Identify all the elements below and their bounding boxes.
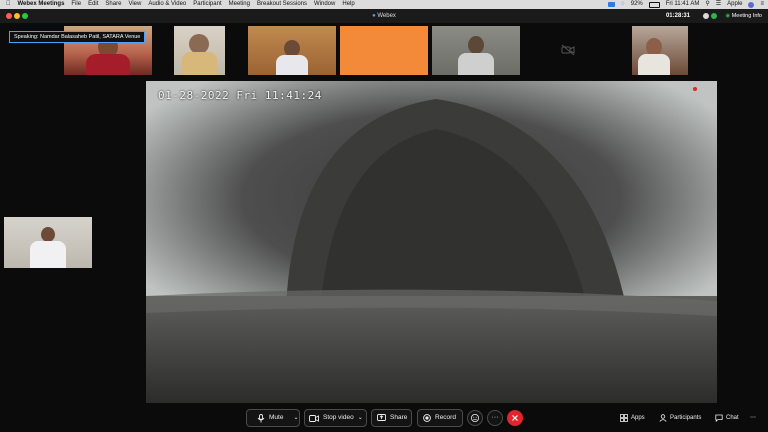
recording-indicator-icon	[693, 87, 697, 91]
mute-button[interactable]: Mute ⌄	[246, 409, 300, 427]
video-camera-icon	[309, 414, 319, 422]
video-off-icon	[561, 44, 575, 56]
camera-timestamp: 01-28-2022 Fri 11:41:24	[158, 89, 322, 102]
participants-button[interactable]: Participants	[659, 409, 701, 427]
participant-video-4[interactable]	[340, 26, 428, 75]
menu-window[interactable]: Window	[314, 0, 335, 9]
menubar-clock[interactable]: Fri 11:41 AM	[666, 0, 700, 9]
screen-share-status-icon[interactable]	[608, 2, 616, 7]
menu-view[interactable]: View	[128, 0, 141, 9]
share-button[interactable]: Share	[371, 409, 412, 427]
menu-help[interactable]: Help	[342, 0, 354, 9]
info-icon: ◉	[725, 13, 731, 19]
participant-figure	[189, 34, 209, 54]
reactions-button[interactable]	[467, 410, 483, 426]
participant-video-3[interactable]	[248, 26, 336, 75]
record-icon	[423, 414, 431, 422]
participant-figure-body	[86, 54, 130, 75]
chat-button[interactable]: Chat	[715, 409, 739, 427]
menu-edit[interactable]: Edit	[88, 0, 98, 9]
menu-share[interactable]: Share	[105, 0, 121, 9]
menu-participant[interactable]: Participant	[193, 0, 221, 9]
meeting-timer: 01:28:31	[665, 13, 690, 19]
menu-breakout-sessions[interactable]: Breakout Sessions	[257, 0, 307, 9]
participant-video-5[interactable]	[432, 26, 520, 75]
mac-menubar:  Webex Meetings File Edit Share View Au…	[0, 0, 768, 9]
menu-audio-video[interactable]: Audio & Video	[148, 0, 186, 9]
stop-video-label: Stop video	[323, 414, 354, 421]
smiley-icon	[471, 414, 479, 422]
participant-video-6[interactable]	[632, 26, 688, 75]
menubar-user[interactable]: Apple	[727, 0, 742, 9]
main-video-stage[interactable]: 01-28-2022 Fri 11:41:24	[146, 81, 717, 403]
self-view-video[interactable]	[4, 217, 92, 268]
menu-app-name[interactable]: Webex Meetings	[18, 0, 65, 9]
participant-figure	[468, 36, 484, 54]
participant-figure-body	[638, 54, 670, 75]
participant-figure-body	[182, 52, 217, 75]
end-meeting-button[interactable]	[507, 410, 523, 426]
share-label: Share	[390, 414, 408, 421]
more-panels-button[interactable]: ⋯	[750, 409, 756, 427]
chevron-down-icon[interactable]: ⌄	[358, 409, 363, 427]
menu-meeting[interactable]: Meeting	[229, 0, 250, 9]
participant-figure-body	[458, 53, 494, 75]
search-icon[interactable]: ⚲	[705, 0, 709, 9]
apps-grid-icon	[620, 414, 628, 422]
battery-icon[interactable]	[648, 1, 660, 8]
meeting-info-button[interactable]: ◉ Meeting Info	[725, 9, 762, 23]
more-options-button[interactable]: ···	[487, 410, 503, 426]
participant-figure-body	[276, 55, 308, 75]
window-title-wrap: ● Webex	[0, 9, 768, 23]
self-figure-body	[30, 241, 66, 268]
wifi-icon[interactable]: ◌	[621, 0, 625, 9]
participant-video-off[interactable]	[524, 26, 612, 75]
participants-label: Participants	[670, 415, 702, 421]
chevron-down-icon[interactable]: ⌄	[293, 409, 298, 427]
mute-label: Mute	[269, 414, 284, 421]
connection-status-icon[interactable]	[711, 13, 717, 19]
close-icon	[512, 415, 518, 421]
chat-bubble-icon	[715, 414, 723, 422]
stop-video-button[interactable]: Stop video ⌄	[304, 409, 367, 427]
share-screen-icon	[377, 414, 386, 421]
notification-icon[interactable]: ≡	[760, 0, 764, 9]
record-label: Record	[435, 414, 456, 421]
participant-video-2[interactable]	[174, 26, 225, 75]
control-center-icon[interactable]: ☰	[716, 0, 721, 9]
record-button[interactable]: Record	[417, 409, 463, 427]
tunnel-camera-image	[146, 81, 717, 403]
ellipsis-icon: ⋯	[750, 415, 756, 421]
apple-icon[interactable]: 	[6, 0, 11, 9]
meeting-info-label: Meeting Info	[731, 13, 762, 19]
menu-file[interactable]: File	[71, 0, 81, 9]
security-icon[interactable]	[703, 13, 709, 19]
apps-button[interactable]: Apps	[620, 409, 645, 427]
self-figure	[41, 227, 55, 242]
siri-icon[interactable]	[748, 1, 755, 8]
battery-percent: 92%	[630, 1, 643, 7]
window-title: Webex	[377, 13, 396, 19]
participants-icon	[659, 414, 667, 422]
active-speaker-label: Speaking: Namdar Balasaheb Patil, SATARA…	[9, 31, 146, 43]
webex-logo-icon: ●	[372, 13, 376, 19]
microphone-icon	[257, 413, 265, 422]
window-titlebar: ● Webex 01:28:31 ◉ Meeting Info	[0, 9, 768, 23]
apps-label: Apps	[631, 415, 645, 421]
chat-label: Chat	[726, 415, 739, 421]
